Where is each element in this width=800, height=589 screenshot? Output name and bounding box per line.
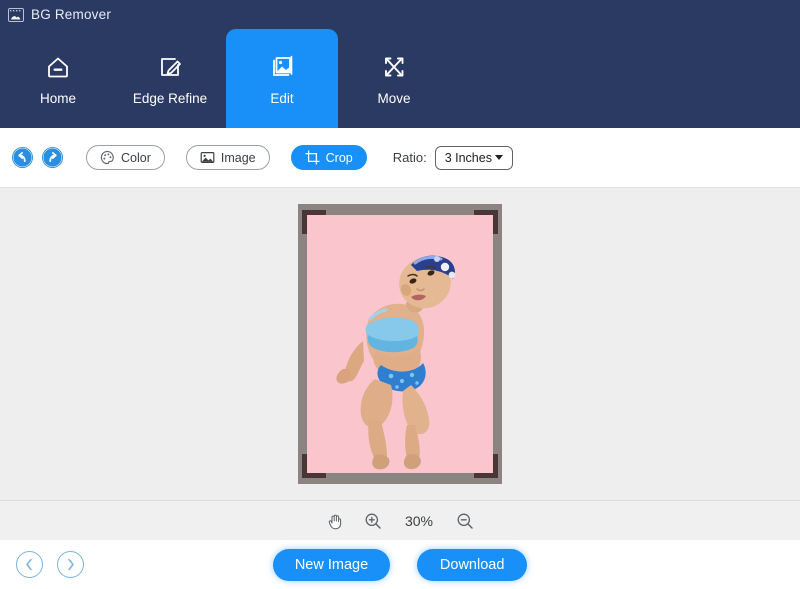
zoom-out-icon[interactable]: [456, 512, 474, 530]
crop-button[interactable]: Crop: [290, 145, 367, 170]
zoom-in-icon[interactable]: [364, 512, 382, 530]
ratio-select[interactable]: 3 Inches: [434, 145, 513, 170]
tab-edit-label: Edit: [270, 90, 294, 106]
new-image-button[interactable]: New Image: [272, 548, 391, 581]
image-button-label: Image: [220, 150, 256, 165]
hand-pan-icon[interactable]: [326, 512, 344, 530]
tab-edge-refine-label: Edge Refine: [132, 90, 208, 106]
chevron-left-icon: [26, 558, 32, 571]
title-bar: BG Remover: [0, 0, 800, 29]
crop-handle-top-right[interactable]: [474, 210, 498, 234]
chevron-right-icon: [68, 558, 74, 571]
bg-remover-window: BG Remover Home Edge Refine Edit Move Co…: [0, 0, 800, 589]
edit-toolbar: Color Image Crop Ratio: 3 Inches: [0, 128, 800, 188]
ratio-select-value: 3 Inches: [444, 150, 492, 165]
color-button-label: Color: [121, 150, 151, 165]
zoom-level: 30%: [404, 512, 434, 529]
tab-home[interactable]: Home: [2, 29, 114, 128]
previous-image-button[interactable]: [16, 551, 43, 578]
chevron-down-icon: [494, 155, 503, 160]
tab-edge-refine[interactable]: Edge Refine: [114, 29, 226, 128]
subject-photo: [307, 215, 493, 473]
redo-arrow-icon: [42, 147, 63, 168]
tab-move[interactable]: Move: [338, 29, 450, 128]
image-app-icon: [8, 7, 24, 22]
app-header: BG Remover Home Edge Refine Edit Move: [0, 0, 800, 128]
edit-image-icon: [267, 52, 297, 82]
color-button[interactable]: Color: [86, 145, 165, 170]
photo: [307, 215, 493, 473]
edge-refine-pen-icon: [155, 52, 185, 82]
tab-home-label: Home: [39, 90, 76, 106]
undo-button[interactable]: [12, 147, 33, 168]
undo-arrow-icon: [12, 147, 33, 168]
crop-handle-bottom-right[interactable]: [474, 454, 498, 478]
image-button[interactable]: Image: [185, 145, 270, 170]
home-icon: [43, 52, 73, 82]
palette-icon: [100, 150, 115, 165]
crop-handle-bottom-left[interactable]: [302, 454, 326, 478]
zoom-bar: 30%: [0, 501, 800, 540]
crop-icon: [304, 150, 320, 165]
app-title: BG Remover: [31, 7, 112, 22]
download-button[interactable]: Download: [417, 548, 528, 581]
bottom-bar: New Image Download: [0, 540, 800, 589]
action-buttons: New Image Download: [0, 548, 800, 581]
picture-icon: [200, 150, 215, 165]
ratio-label: Ratio:: [392, 150, 427, 165]
crop-frame[interactable]: [298, 204, 502, 484]
crop-button-label: Crop: [325, 150, 353, 165]
tab-move-label: Move: [377, 90, 411, 106]
crop-handle-top-left[interactable]: [302, 210, 326, 234]
tab-edit[interactable]: Edit: [226, 29, 338, 128]
image-canvas[interactable]: [0, 188, 800, 501]
move-arrows-icon: [379, 52, 409, 82]
next-image-button[interactable]: [57, 551, 84, 578]
redo-button[interactable]: [42, 147, 63, 168]
main-tabs: Home Edge Refine Edit Move: [0, 29, 450, 128]
